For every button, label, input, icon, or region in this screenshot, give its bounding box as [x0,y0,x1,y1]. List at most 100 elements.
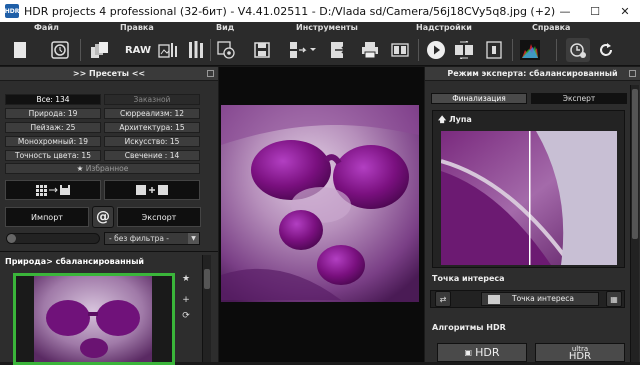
dock-icon[interactable] [207,70,214,77]
refresh-icon[interactable]: ⟳ [180,311,192,321]
poi-row: ⇄ Точка интереса ▦ [430,290,625,308]
toolbar-separator [512,39,513,61]
new-document-icon[interactable] [8,38,32,62]
loupe-title[interactable]: 🡅 Лупа [438,114,472,128]
print-icon[interactable] [358,38,382,62]
play-slideshow-icon[interactable] [424,38,448,62]
hdr-section-title: Алгоритмы HDR [432,323,506,332]
dock-icon[interactable] [629,70,636,77]
tab-expert[interactable]: Эксперт [531,93,627,104]
favorite-star-icon[interactable]: ★ [180,274,192,284]
title-bar: HDR HDR projects 4 professional (32-бит)… [0,0,640,22]
presets-panel: >> Пресеты << Все: 134 Заказной Природа:… [0,67,218,365]
menu-plugins[interactable]: Надстройки [416,23,472,32]
ultra-hdr-label: HDR [568,350,592,362]
preset-thumbnail[interactable] [13,273,175,365]
at-sign-button[interactable]: @ [92,206,114,228]
filter-select[interactable]: - без фильтра - ▼ [104,232,200,245]
history-icon[interactable] [48,38,72,62]
image-canvas[interactable] [219,67,424,362]
poi-button[interactable]: Точка интереса [481,292,599,306]
brushes-icon[interactable] [184,38,208,62]
preset-favorites[interactable]: ★ Избранное [5,163,200,174]
presets-header-label: >> Пресеты << [72,69,146,78]
export-file-icon[interactable] [326,38,350,62]
histogram-icon[interactable] [518,38,542,62]
tab-finalize[interactable]: Финализация [431,93,527,104]
preset-nature[interactable]: Природа: 19 [5,108,101,119]
menu-help[interactable]: Справка [532,23,570,32]
menu-tools[interactable]: Инструменты [296,23,358,32]
presets-header[interactable]: >> Пресеты << [0,67,218,81]
toolbar: RAW [0,35,640,66]
menu-file[interactable]: Файл [34,23,59,32]
expert-header[interactable]: Режим эксперта: сбалансированный [425,67,640,81]
window-title: HDR projects 4 professional (32-бит) - V… [24,4,556,18]
preset-all[interactable]: Все: 134 [5,94,101,105]
preset-landscape[interactable]: Пейзаж: 25 [5,122,101,133]
close-button[interactable]: ✕ [610,0,640,22]
chevron-down-icon: ▼ [188,233,199,244]
bracket-series-icon[interactable] [156,38,180,62]
gallery-icon[interactable] [388,38,412,62]
slider-knob[interactable] [7,234,16,243]
loupe-label: Лупа [449,115,472,124]
loupe-panel: 🡅 Лупа [432,110,625,268]
redo-icon[interactable] [594,38,618,62]
sync-icon[interactable]: ⇄ [435,291,451,307]
toolbar-separator [418,39,419,61]
preset-mono[interactable]: Монохромный: 19 [5,136,101,147]
preset-color-accuracy[interactable]: Точность цвета: 15 [5,150,101,161]
preview-image[interactable] [221,105,419,302]
toolbar-separator [210,39,211,61]
import-button[interactable]: Импорт [5,207,89,227]
preset-custom[interactable]: Заказной [104,94,200,105]
maximize-button[interactable]: ☐ [580,0,610,22]
preset-surreal[interactable]: Сюрреализм: 12 [104,108,200,119]
export-dropdown-icon[interactable] [288,38,318,62]
minimize-button[interactable]: — [550,0,580,22]
timer-settings-icon[interactable] [566,38,590,62]
preset-architecture[interactable]: Архитектура: 15 [104,122,200,133]
loupe-zoom-image [441,131,617,265]
open-files-icon[interactable] [88,38,112,62]
toolbar-separator [80,39,81,61]
preview-photo [221,105,419,302]
expert-header-label: Режим эксперта: сбалансированный [447,69,618,78]
preset-glow[interactable]: Свечение : 14 [104,150,200,161]
compare-icon[interactable] [452,38,476,62]
scroll-thumb[interactable] [632,89,638,239]
menu-edit[interactable]: Правка [120,23,154,32]
add-preset-button[interactable] [104,180,200,200]
poi-section-title: Точка интереса [432,274,505,283]
poi-button-label: Точка интереса [512,294,574,303]
hdr-icon: ▣ [464,348,473,357]
expert-scrollbar[interactable] [630,85,639,362]
filter-value: - без фильтра - [109,234,170,243]
favorites-label: Избранное [85,164,129,173]
scroll-thumb[interactable] [204,269,210,289]
poi-settings-icon[interactable]: ▦ [606,291,622,307]
ultra-hdr-button[interactable]: ultra HDR [535,343,625,362]
export-button[interactable]: Экспорт [117,207,201,227]
arrow-up-icon: 🡅 [438,115,450,124]
fullscreen-icon[interactable] [482,38,506,62]
menu-view[interactable]: Вид [216,23,234,32]
preset-art[interactable]: Искусство: 15 [104,136,200,147]
save-icon[interactable] [250,38,274,62]
save-preset-button[interactable] [5,180,101,200]
presets-scrollbar[interactable] [202,255,211,362]
preset-intensity-slider[interactable] [6,233,100,244]
add-icon[interactable]: + [180,295,192,305]
hdr-algorithm-button[interactable]: ▣ HDR [437,343,527,362]
divider [0,251,218,252]
hdr-label: HDR [475,346,500,359]
toolbar-separator [556,39,557,61]
app-logo-icon: HDR [5,4,19,18]
loupe-view[interactable] [441,131,617,265]
preset-section-title: Природа> сбалансированный [5,257,145,266]
grid-to-save-icon [36,185,70,196]
batch-settings-icon[interactable] [214,38,238,62]
poi-image-icon [488,295,500,304]
raw-import-button[interactable]: RAW [124,38,152,62]
